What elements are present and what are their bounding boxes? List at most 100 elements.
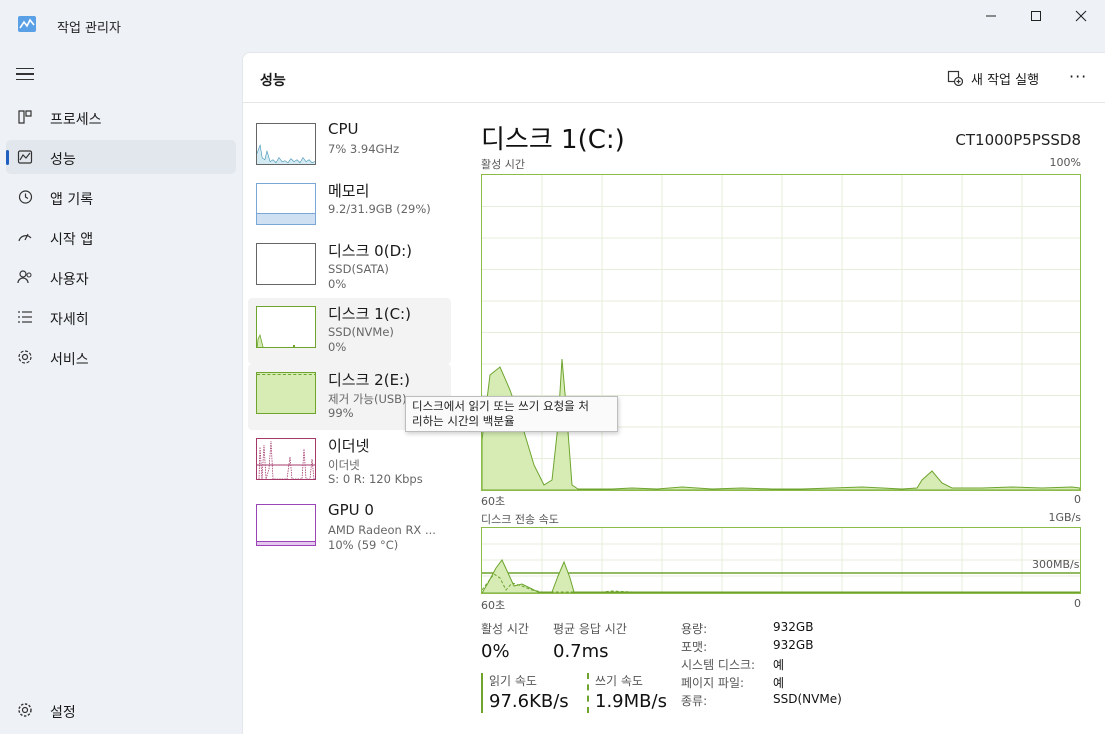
active-time-x-right: 0	[1074, 493, 1081, 506]
title-bar: 작업 관리자	[0, 0, 1105, 50]
active-time-graph	[481, 174, 1081, 491]
active-time-graph-label: 활성 시간	[481, 158, 525, 171]
transfer-x-right: 0	[1074, 597, 1081, 610]
maximize-icon	[1031, 11, 1041, 21]
read-speed-indicator	[481, 673, 483, 713]
gpu-thumbnail	[256, 504, 316, 546]
read-speed-value: 97.6KB/s	[489, 691, 569, 712]
transfer-x-left: 60초	[481, 599, 506, 612]
minimize-button[interactable]	[968, 0, 1014, 32]
write-speed-value: 1.9MB/s	[595, 691, 667, 712]
format-label: 포맷:	[681, 640, 708, 654]
settings-label: 설정	[50, 705, 76, 721]
device-detail: 7% 3.94GHz	[328, 142, 400, 156]
sidebar-item-label: 서비스	[50, 352, 89, 368]
sidebar-item-services[interactable]: 서비스	[6, 340, 236, 374]
device-usage: 10% (59 °C)	[328, 538, 399, 552]
sidebar-item-details[interactable]: 자세히	[6, 300, 236, 334]
main-header: 성능 새 작업 실행 ···	[243, 53, 1105, 103]
ethernet-thumbnail	[256, 438, 316, 480]
device-type: AMD Radeon RX ...	[328, 523, 436, 537]
processes-icon	[18, 110, 32, 124]
active-time-stat-value: 0%	[481, 641, 510, 662]
run-new-task-button[interactable]: 새 작업 실행	[947, 67, 1039, 89]
device-usage: 0%	[328, 277, 347, 291]
sidebar-item-label: 성능	[50, 152, 76, 168]
menu-toggle-button[interactable]	[16, 68, 34, 82]
device-memory[interactable]: 메모리 9.2/31.9GB (29%)	[248, 175, 451, 241]
maximize-button[interactable]	[1013, 0, 1059, 32]
transfer-graph-label: 디스크 전송 속도	[481, 513, 559, 526]
device-type: SSD(SATA)	[328, 262, 389, 276]
tooltip-line: 디스크에서 읽기 또는 쓰기 요청을 처	[412, 399, 589, 413]
window-title: 작업 관리자	[57, 21, 121, 36]
system-disk-label: 시스템 디스크:	[681, 658, 756, 672]
users-icon	[17, 270, 32, 284]
device-name: GPU 0	[328, 501, 374, 519]
sidebar-item-startup-apps[interactable]: 시작 앱	[6, 220, 236, 254]
device-type: 제거 가능(USB)	[328, 392, 407, 406]
task-manager-icon	[18, 16, 36, 32]
device-name: 디스크 1(C:)	[328, 305, 411, 323]
device-disk-1[interactable]: 디스크 1(C:) SSD(NVMe) 0%	[248, 298, 451, 364]
write-speed-indicator	[587, 673, 589, 713]
gear-icon	[18, 703, 32, 717]
sidebar-item-label: 자세히	[50, 312, 89, 328]
device-type: 이더넷	[328, 458, 360, 472]
active-time-stat-label: 활성 시간	[481, 622, 529, 636]
transfer-ref-label: 300MB/s	[1032, 558, 1080, 571]
page-file-label: 페이지 파일:	[681, 676, 745, 690]
more-options-button[interactable]: ···	[1069, 67, 1087, 86]
page-title: 성능	[260, 73, 286, 89]
device-name: 메모리	[328, 182, 370, 200]
memory-thumbnail	[256, 183, 316, 225]
transfer-rate-graph	[481, 527, 1081, 594]
device-gpu-0[interactable]: GPU 0 AMD Radeon RX ... 10% (59 °C)	[248, 496, 451, 562]
device-disk-0[interactable]: 디스크 0(D:) SSD(SATA) 0%	[248, 235, 451, 301]
sidebar-item-users[interactable]: 사용자	[6, 260, 236, 294]
device-detail: 9.2/31.9GB (29%)	[328, 202, 431, 216]
sidebar-item-settings[interactable]: 설정	[6, 693, 236, 727]
device-usage: 0%	[328, 340, 347, 354]
sidebar-item-label: 프로세스	[50, 112, 102, 128]
read-speed-label: 읽기 속도	[489, 674, 537, 688]
sidebar-item-performance[interactable]: 성능	[6, 140, 236, 174]
device-type: SSD(NVMe)	[328, 325, 394, 339]
capacity-value: 932GB	[773, 620, 814, 634]
cpu-thumbnail	[256, 123, 316, 165]
avg-response-stat-value: 0.7ms	[553, 641, 609, 662]
sidebar-item-label: 시작 앱	[50, 232, 94, 248]
device-name: 디스크 2(E:)	[328, 371, 410, 389]
tooltip-line: 리하는 시간의 백분율	[412, 414, 515, 428]
sidebar-item-processes[interactable]: 프로세스	[6, 100, 236, 134]
device-cpu[interactable]: CPU 7% 3.94GHz	[248, 115, 451, 181]
device-usage: S: 0 R: 120 Kbps	[328, 472, 423, 486]
active-indicator	[6, 150, 9, 165]
write-speed-label: 쓰기 속도	[595, 674, 643, 688]
run-task-icon	[947, 70, 963, 86]
device-usage: 99%	[328, 406, 354, 420]
device-name: 이더넷	[328, 437, 370, 455]
transfer-graph-max: 1GB/s	[1048, 511, 1081, 524]
sidebar-item-app-history[interactable]: 앱 기록	[6, 180, 236, 214]
close-icon	[1075, 10, 1087, 22]
run-task-label: 새 작업 실행	[971, 72, 1040, 88]
performance-icon	[17, 150, 33, 164]
disk-model: CT1000P5PSSD8	[955, 131, 1081, 149]
disk-title: 디스크 1(C:)	[481, 125, 625, 155]
type-value: SSD(NVMe)	[773, 692, 842, 706]
type-label: 종류:	[681, 694, 708, 708]
avg-response-stat-label: 평균 응답 시간	[553, 622, 627, 636]
minimize-icon	[986, 15, 996, 17]
close-button[interactable]	[1058, 0, 1104, 32]
capacity-label: 용량:	[681, 622, 708, 636]
sidebar-item-label: 앱 기록	[50, 192, 94, 208]
device-name: 디스크 0(D:)	[328, 242, 413, 260]
disk-1-thumbnail	[256, 306, 316, 348]
sidebar-item-label: 사용자	[50, 272, 89, 288]
active-time-graph-max: 100%	[1049, 156, 1081, 169]
services-icon	[18, 350, 32, 364]
details-icon	[18, 311, 32, 323]
device-ethernet[interactable]: 이더넷 이더넷 S: 0 R: 120 Kbps	[248, 430, 451, 496]
tooltip: 디스크에서 읽기 또는 쓰기 요청을 처 리하는 시간의 백분율	[405, 396, 618, 432]
